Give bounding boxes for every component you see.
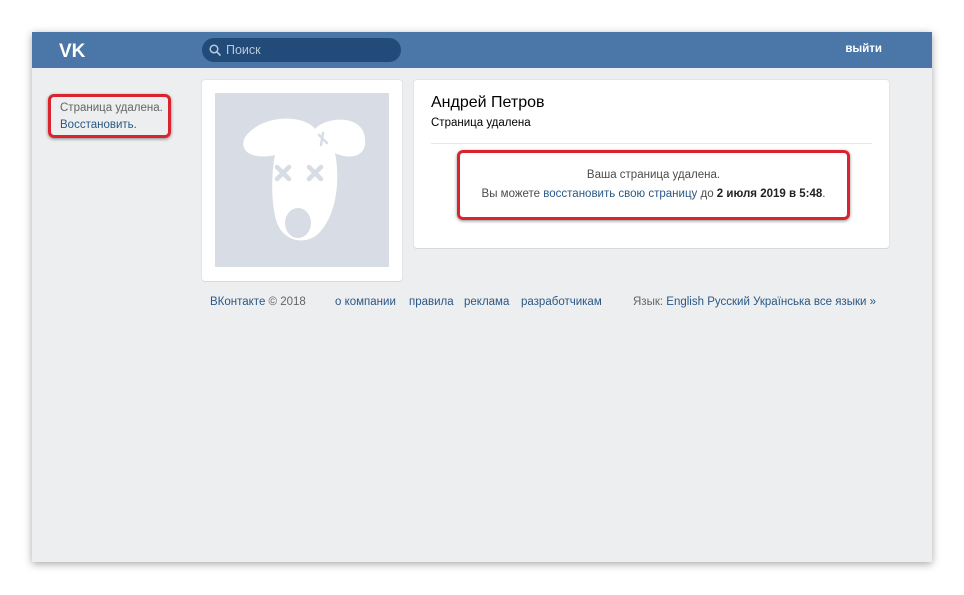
deleted-notice: Ваша страница удалена. Вы можете восстан… xyxy=(457,150,850,220)
footer-link-about[interactable]: о компании xyxy=(335,296,396,308)
language-ukrainian[interactable]: Українська xyxy=(753,296,811,308)
footer-copyright: ВКонтакте © 2018 xyxy=(210,296,306,308)
sidebar-deleted-notice: Страница удалена. Восстановить. xyxy=(48,94,171,138)
restore-page-link[interactable]: восстановить свою страницу xyxy=(543,188,697,200)
language-russian[interactable]: Русский xyxy=(707,296,750,308)
svg-text:VK: VK xyxy=(59,41,86,60)
deactivated-dog-icon xyxy=(243,118,366,241)
deleted-text-middle: до xyxy=(697,188,717,200)
profile-status: Страница удалена xyxy=(431,117,531,129)
footer-link-ads[interactable]: реклама xyxy=(464,296,509,308)
profile-name: Андрей Петров xyxy=(431,94,545,111)
profile-info-card: Андрей Петров Страница удалена Ваша стра… xyxy=(414,80,889,248)
logout-link[interactable]: выйти xyxy=(845,43,882,55)
footer-languages: Язык: English Русский Українська все язы… xyxy=(633,296,876,308)
deleted-text: Вы можете восстановить свою страницу до … xyxy=(460,188,847,200)
top-header: VK Поиск выйти xyxy=(32,32,932,68)
vk-logo-icon[interactable]: VK xyxy=(58,40,90,60)
footer-link-rules[interactable]: правила xyxy=(409,296,454,308)
restore-deadline: 2 июля 2019 в 5:48 xyxy=(716,188,823,200)
sidebar-deleted-text: Страница удалена. xyxy=(60,102,163,114)
search-icon xyxy=(209,44,221,56)
footer-link-developers[interactable]: разработчикам xyxy=(521,296,602,308)
footer-brand-link[interactable]: ВКонтакте xyxy=(210,296,265,308)
deleted-text-after: . xyxy=(822,188,826,200)
sidebar-restore-link[interactable]: Восстановить. xyxy=(60,119,137,131)
deleted-title: Ваша страница удалена. xyxy=(586,169,721,181)
language-english[interactable]: English xyxy=(666,296,704,308)
avatar-card xyxy=(202,80,402,281)
avatar xyxy=(215,93,389,267)
browser-window: VK Поиск выйти Страница удалена. Восстан… xyxy=(32,32,932,562)
divider xyxy=(431,143,872,144)
language-label: Язык: xyxy=(633,296,664,308)
deleted-text-before: Вы можете xyxy=(481,188,544,200)
footer-copyright-year: © 2018 xyxy=(268,296,306,308)
search-input[interactable]: Поиск xyxy=(202,38,401,62)
all-languages-link[interactable]: все языки » xyxy=(814,296,876,308)
search-placeholder: Поиск xyxy=(226,43,261,57)
